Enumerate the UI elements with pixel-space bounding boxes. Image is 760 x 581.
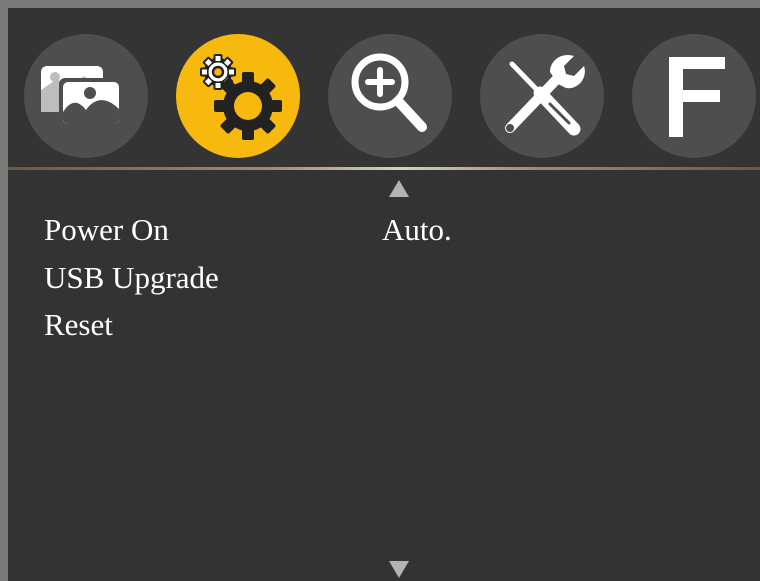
tab-zoom[interactable] — [328, 34, 452, 158]
menu-value-power-on: Auto. — [382, 212, 452, 247]
triangle-up-icon[interactable] — [389, 180, 409, 197]
tab-function[interactable] — [632, 34, 756, 158]
picture-icon — [41, 66, 123, 128]
tab-divider — [8, 167, 760, 170]
tab-bar — [8, 8, 760, 166]
wrench-screwdriver-icon — [505, 54, 585, 136]
tab-setup[interactable] — [176, 34, 300, 158]
menu-item-power-on[interactable]: Power On — [44, 212, 169, 248]
tab-picture[interactable] — [24, 34, 148, 158]
osd-menu: Power On Auto. USB Upgrade Reset — [0, 0, 760, 581]
letter-f-icon — [669, 57, 725, 137]
zoom-in-icon — [351, 53, 427, 132]
menu-item-reset[interactable]: Reset — [44, 307, 113, 343]
triangle-down-icon[interactable] — [389, 561, 409, 578]
gears-icon — [200, 54, 282, 140]
menu-item-usb-upgrade[interactable]: USB Upgrade — [44, 260, 219, 296]
tab-tools[interactable] — [480, 34, 604, 158]
